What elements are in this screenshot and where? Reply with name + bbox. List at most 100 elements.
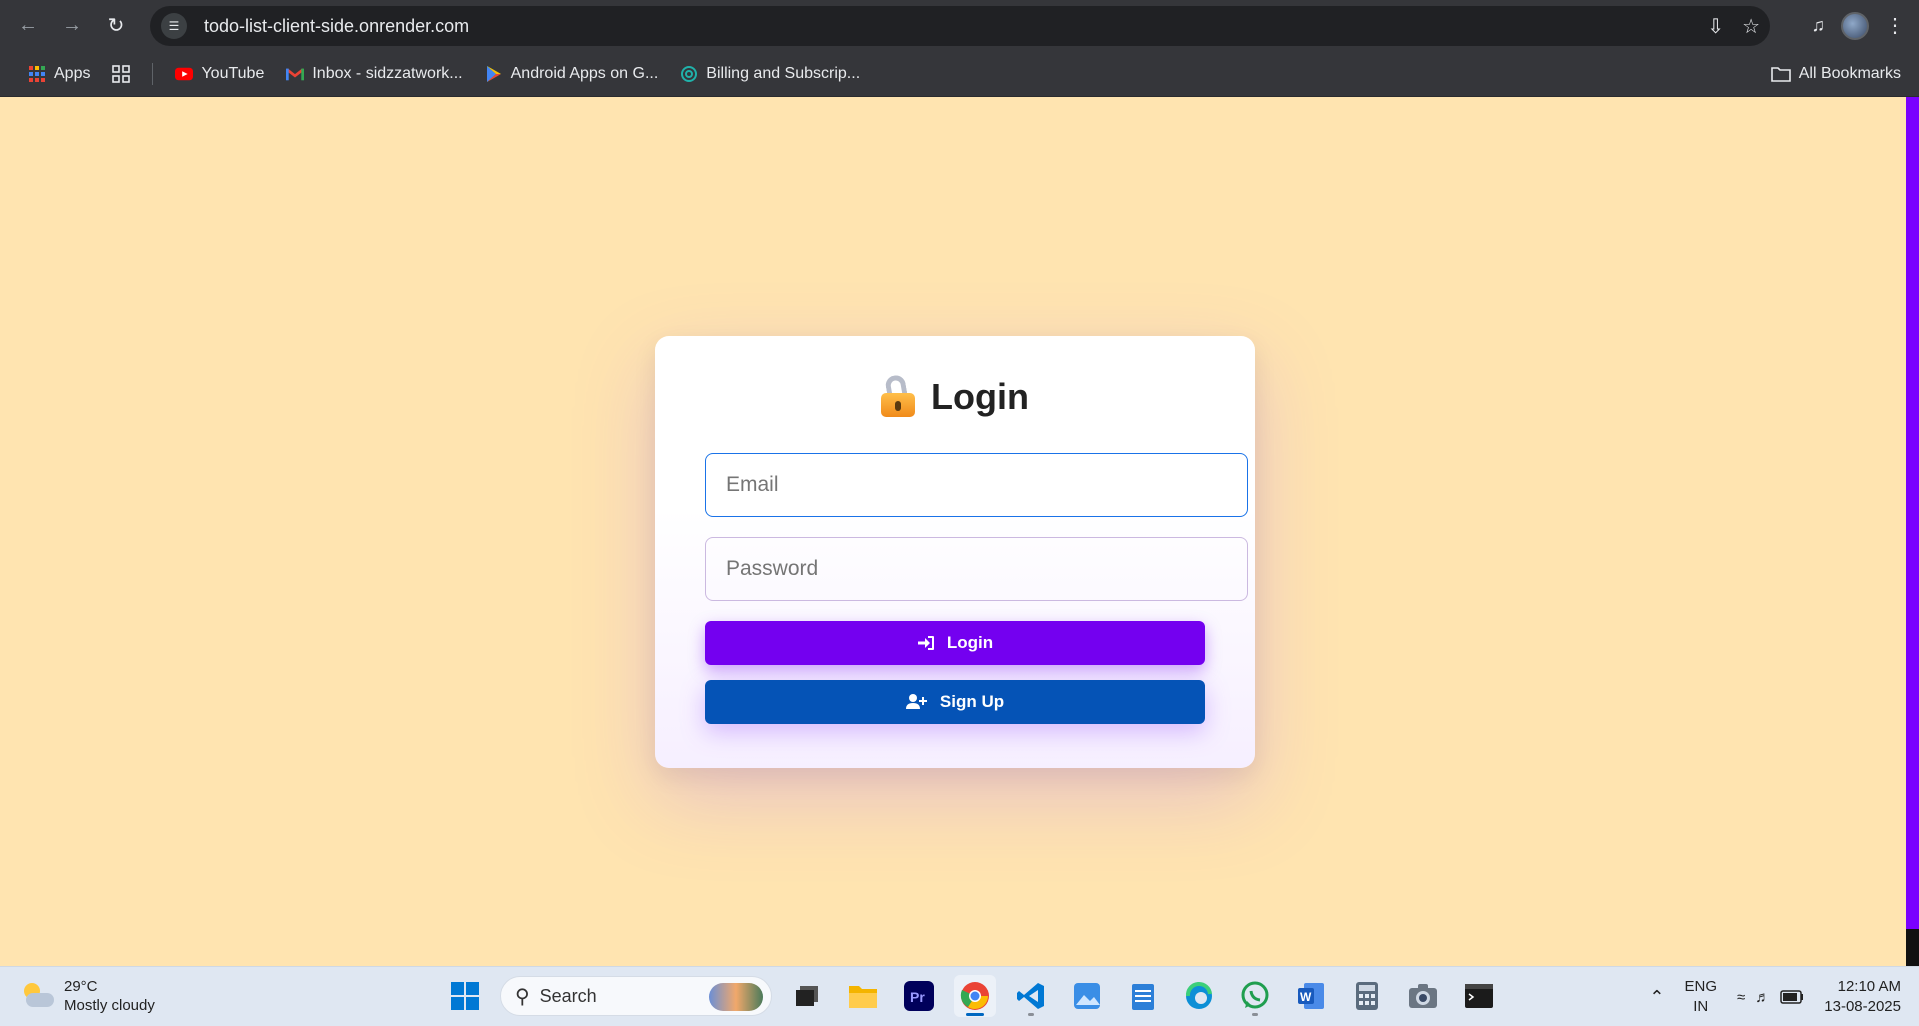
login-heading: Login xyxy=(655,373,1255,418)
media-controls-icon[interactable]: ♫ xyxy=(1812,15,1826,36)
svg-text:W: W xyxy=(1300,990,1312,1004)
premiere-pro-icon: Pr xyxy=(904,981,934,1011)
terminal-button[interactable] xyxy=(1458,975,1500,1017)
tune-icon: ☰ xyxy=(161,13,187,39)
lang-bottom: IN xyxy=(1693,998,1709,1015)
lock-icon xyxy=(881,373,916,417)
forward-button[interactable]: → xyxy=(50,4,94,48)
profile-avatar[interactable] xyxy=(1841,11,1869,40)
bookmark-play-store[interactable]: Android Apps on G... xyxy=(479,58,665,90)
all-bookmarks[interactable]: All Bookmarks xyxy=(1770,51,1901,97)
bookmark-label: Inbox - sidzzatwork... xyxy=(312,64,463,82)
bookmark-star-icon[interactable]: ☆ xyxy=(1742,14,1760,39)
chrome-icon xyxy=(960,982,989,1010)
taskbar-search-label: Search xyxy=(539,985,597,1006)
cloudy-weather-icon xyxy=(20,981,54,1011)
login-card: Login Login Sign Up xyxy=(655,336,1255,768)
arrow-left-icon: ← xyxy=(18,14,38,36)
windows-logo-icon xyxy=(451,982,479,1010)
login-title: Login xyxy=(931,376,1029,417)
word-button[interactable]: W xyxy=(1290,975,1332,1017)
bookmarks-bar: Apps YouTube Inbox - sidzzatwork... Andr… xyxy=(0,51,1919,97)
bookmark-label: Billing and Subscrip... xyxy=(706,64,861,82)
clock-date: 13-08-2025 xyxy=(1824,998,1901,1015)
reload-icon: ↻ xyxy=(107,15,125,37)
start-button[interactable] xyxy=(444,975,486,1017)
password-input[interactable] xyxy=(705,537,1248,601)
task-view-icon xyxy=(796,986,818,1006)
clock-time: 12:10 AM xyxy=(1837,978,1901,995)
notepad-button[interactable] xyxy=(1122,975,1164,1017)
photos-icon xyxy=(1074,983,1100,1009)
back-button[interactable]: ← xyxy=(6,4,50,48)
photos-button[interactable] xyxy=(1066,975,1108,1017)
calculator-button[interactable] xyxy=(1346,975,1388,1017)
gmail-icon xyxy=(286,67,305,80)
system-status[interactable]: ≈ ♬ xyxy=(1737,989,1804,1006)
svg-text:Pr: Pr xyxy=(910,989,925,1005)
weather-desc: Mostly cloudy xyxy=(64,997,155,1014)
windows-taskbar: 29°C Mostly cloudy ⚲ Search Pr W ⌃ ENG I… xyxy=(0,966,1919,1026)
grid-icon xyxy=(112,64,131,83)
page-side-strip-end xyxy=(1906,929,1919,966)
whatsapp-icon xyxy=(1241,981,1269,1009)
signup-button-label: Sign Up xyxy=(939,692,1005,711)
bookmark-apps[interactable]: Apps xyxy=(22,58,96,90)
vscode-button[interactable] xyxy=(1010,975,1052,1017)
camera-button[interactable] xyxy=(1402,975,1444,1017)
play-store-icon xyxy=(486,65,501,82)
search-icon: ⚲ xyxy=(515,985,530,1008)
premiere-pro-button[interactable]: Pr xyxy=(898,975,940,1017)
bookmark-separator xyxy=(152,62,154,85)
chevron-up-icon[interactable]: ⌃ xyxy=(1649,987,1664,1008)
page-side-strip xyxy=(1906,97,1919,929)
user-plus-icon xyxy=(905,694,927,709)
taskbar-search[interactable]: ⚲ Search xyxy=(500,976,772,1016)
file-explorer-button[interactable] xyxy=(842,975,884,1017)
youtube-icon xyxy=(175,67,194,80)
terminal-icon xyxy=(1465,984,1493,1008)
email-input[interactable] xyxy=(705,453,1248,517)
bookmark-gmail[interactable]: Inbox - sidzzatwork... xyxy=(280,58,468,90)
browser-toolbar: ← → ↻ ☰ todo-list-client-side.onrender.c… xyxy=(0,0,1919,51)
weather-widget[interactable]: 29°C Mostly cloudy xyxy=(20,977,155,1015)
clock[interactable]: 12:10 AM 13-08-2025 xyxy=(1824,977,1901,1017)
edge-button[interactable] xyxy=(1178,975,1220,1017)
search-highlight-image xyxy=(709,983,763,1011)
bookmark-billing[interactable]: Billing and Subscrip... xyxy=(674,58,866,90)
wifi-icon: ≈ xyxy=(1737,988,1746,1006)
address-bar[interactable]: ☰ todo-list-client-side.onrender.com ⇩ ☆ xyxy=(150,6,1770,46)
lang-top: ENG xyxy=(1684,978,1718,995)
camera-icon xyxy=(1409,984,1437,1008)
url-text[interactable]: todo-list-client-side.onrender.com xyxy=(204,16,469,37)
billing-icon xyxy=(681,65,698,82)
install-app-icon[interactable]: ⇩ xyxy=(1707,14,1724,39)
reload-button[interactable]: ↻ xyxy=(94,4,138,48)
bookmark-label: Android Apps on G... xyxy=(510,64,659,82)
calculator-icon xyxy=(1356,982,1378,1010)
bookmark-youtube[interactable]: YouTube xyxy=(169,58,270,90)
chrome-button[interactable] xyxy=(954,975,996,1017)
login-button-label: Login xyxy=(946,633,994,652)
vscode-icon xyxy=(1017,983,1044,1009)
battery-icon xyxy=(1780,990,1804,1004)
notepad-icon xyxy=(1132,984,1154,1010)
volume-icon: ♬ xyxy=(1755,988,1771,1006)
signup-button[interactable]: Sign Up xyxy=(705,680,1205,724)
folder-icon xyxy=(849,986,877,1008)
language-indicator[interactable]: ENG IN xyxy=(1685,977,1718,1017)
sign-in-icon xyxy=(917,636,934,650)
apps-grid-icon xyxy=(29,65,45,82)
weather-temp: 29°C xyxy=(64,978,98,995)
whatsapp-button[interactable] xyxy=(1234,975,1276,1017)
arrow-right-icon: → xyxy=(62,14,82,36)
bookmark-label: YouTube xyxy=(201,64,265,82)
login-button[interactable]: Login xyxy=(705,621,1205,665)
bookmark-label: Apps xyxy=(54,64,91,82)
site-info-button[interactable]: ☰ xyxy=(154,6,194,46)
folder-icon xyxy=(1770,67,1791,82)
kebab-menu-icon[interactable]: ⋮ xyxy=(1885,13,1905,38)
tab-groups-button[interactable] xyxy=(106,58,136,90)
edge-icon xyxy=(1185,981,1212,1009)
task-view-button[interactable] xyxy=(786,975,828,1017)
